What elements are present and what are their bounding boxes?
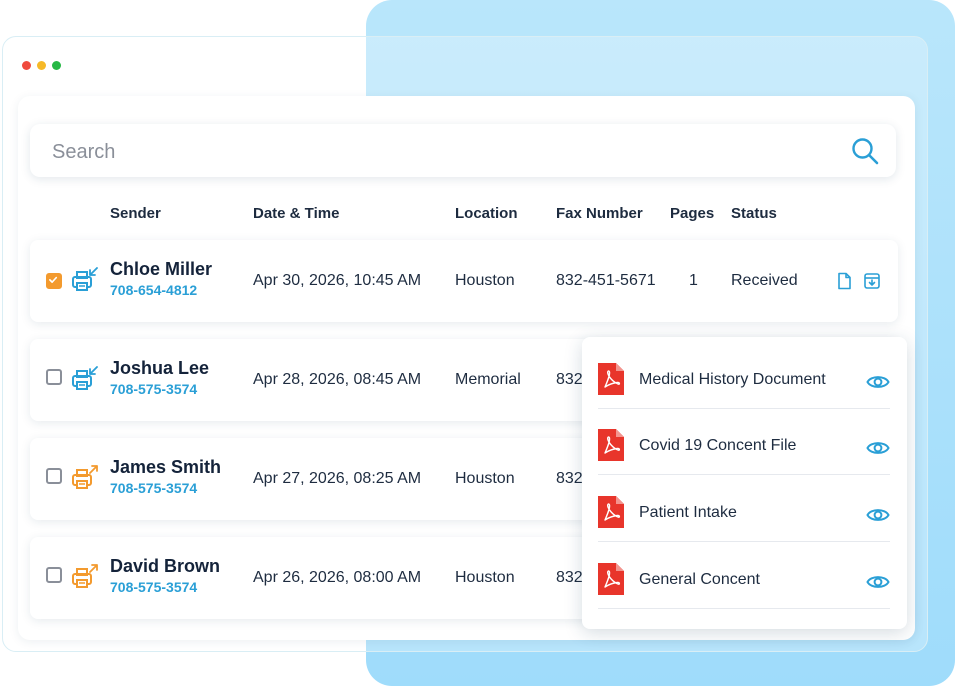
column-header-location[interactable]: Location xyxy=(455,205,518,222)
row-location: Houston xyxy=(455,569,515,586)
window-controls xyxy=(22,61,61,70)
document-icon[interactable] xyxy=(835,272,853,290)
download-icon[interactable] xyxy=(863,272,881,290)
close-dot[interactable] xyxy=(22,61,31,70)
eye-icon[interactable] xyxy=(866,373,890,391)
eye-icon[interactable] xyxy=(866,573,890,591)
document-item[interactable]: General Concent xyxy=(598,543,890,609)
pdf-file-icon xyxy=(598,363,624,395)
pdf-file-icon xyxy=(598,429,624,461)
column-header-pages[interactable]: Pages xyxy=(670,205,714,222)
row-datetime: Apr 30, 2026, 10:45 AM xyxy=(253,272,422,289)
row-location: Houston xyxy=(455,470,515,487)
document-item[interactable]: Medical History Document xyxy=(598,343,890,409)
search-input[interactable] xyxy=(50,134,834,170)
document-name: Medical History Document xyxy=(639,371,826,388)
fax-incoming-icon xyxy=(72,267,98,291)
column-header-status[interactable]: Status xyxy=(731,205,777,222)
row-status: Received xyxy=(731,272,798,289)
check-icon xyxy=(49,276,58,283)
row-checkbox[interactable] xyxy=(46,468,62,484)
column-header-datetime[interactable]: Date & Time xyxy=(253,205,339,222)
row-checkbox[interactable] xyxy=(46,369,62,385)
attachments-popup: Medical History Document Covid 19 Concen… xyxy=(582,337,907,629)
eye-icon[interactable] xyxy=(866,439,890,457)
maximize-dot[interactable] xyxy=(52,61,61,70)
row-fax-number: 832 xyxy=(556,371,583,388)
sender-name: James Smith xyxy=(110,457,222,477)
row-datetime: Apr 26, 2026, 08:00 AM xyxy=(253,569,422,586)
row-location: Houston xyxy=(455,272,515,289)
fax-incoming-icon xyxy=(72,366,98,390)
row-datetime: Apr 28, 2026, 08:45 AM xyxy=(253,371,422,388)
minimize-dot[interactable] xyxy=(37,61,46,70)
sender-phone[interactable]: 708-575-3574 xyxy=(110,480,197,496)
row-fax-number: 832 xyxy=(556,569,583,586)
pdf-file-icon xyxy=(598,563,624,595)
row-pages: 1 xyxy=(689,272,698,289)
fax-outgoing-icon xyxy=(72,564,98,588)
column-header-sender[interactable]: Sender xyxy=(110,205,161,222)
pdf-file-icon xyxy=(598,496,624,528)
document-name: General Concent xyxy=(639,571,760,588)
sender-phone[interactable]: 708-575-3574 xyxy=(110,381,197,397)
sender-phone[interactable]: 708-654-4812 xyxy=(110,282,197,298)
search-icon[interactable] xyxy=(850,136,880,166)
document-name: Covid 19 Concent File xyxy=(639,437,797,454)
eye-icon[interactable] xyxy=(866,506,890,524)
document-name: Patient Intake xyxy=(639,504,737,521)
search-bar xyxy=(30,124,896,177)
table-row[interactable]: Chloe Miller 708-654-4812 Apr 30, 2026, … xyxy=(30,240,898,322)
document-item[interactable]: Patient Intake xyxy=(598,476,890,542)
row-datetime: Apr 27, 2026, 08:25 AM xyxy=(253,470,422,487)
row-checkbox[interactable] xyxy=(46,273,62,289)
fax-outgoing-icon xyxy=(72,465,98,489)
column-header-fax-number[interactable]: Fax Number xyxy=(556,205,643,222)
sender-name: Chloe Miller xyxy=(110,259,213,279)
document-item[interactable]: Covid 19 Concent File xyxy=(598,409,890,475)
row-location: Memorial xyxy=(455,371,521,388)
row-checkbox[interactable] xyxy=(46,567,62,583)
sender-phone[interactable]: 708-575-3574 xyxy=(110,579,197,595)
row-fax-number: 832 xyxy=(556,470,583,487)
sender-name: Joshua Lee xyxy=(110,358,210,378)
sender-name: David Brown xyxy=(110,556,221,576)
row-fax-number: 832-451-5671 xyxy=(556,272,656,289)
